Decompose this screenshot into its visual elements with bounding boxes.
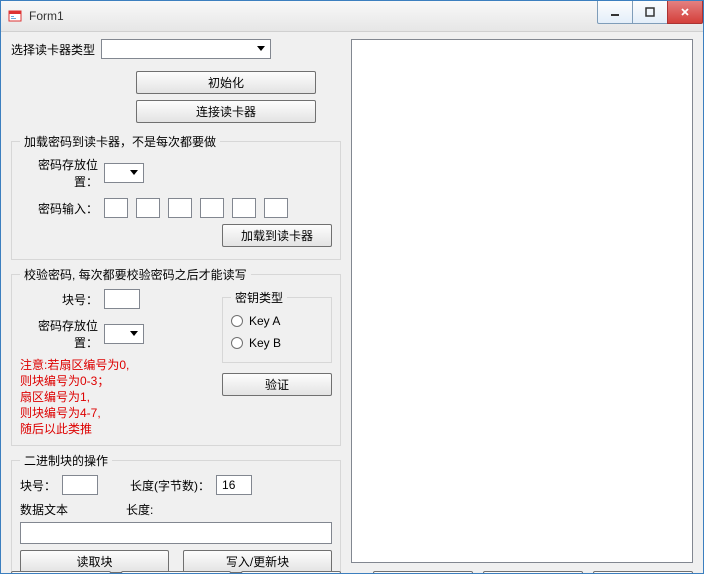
radio-icon xyxy=(231,337,243,349)
pw-byte-2[interactable] xyxy=(136,198,160,218)
load-to-reader-button[interactable]: 加载到读卡器 xyxy=(222,224,332,247)
pw-input-label: 密码输入： xyxy=(20,200,98,217)
log-textarea[interactable] xyxy=(351,39,693,563)
read-block-button[interactable]: 读取块 xyxy=(20,550,169,573)
titlebar: Form1 xyxy=(1,1,703,32)
verify-note-line: 则块编号为4-7, xyxy=(20,405,212,421)
verify-button[interactable]: 验证 xyxy=(222,373,332,396)
binary-block-input[interactable] xyxy=(62,475,98,495)
pw-byte-4[interactable] xyxy=(200,198,224,218)
verify-block-input[interactable] xyxy=(104,289,140,309)
window-title: Form1 xyxy=(29,9,64,23)
verify-note-line: 扇区编号为1, xyxy=(20,389,212,405)
connect-reader-button[interactable]: 连接读卡器 xyxy=(136,100,316,123)
radio-icon xyxy=(231,315,243,327)
binary-block-label: 块号： xyxy=(20,477,56,494)
app-window: Form1 选择读卡器类型 初始化 连接读卡器 加载密 xyxy=(0,0,704,574)
key-a-label: Key A xyxy=(249,314,280,328)
key-type-legend: 密钥类型 xyxy=(231,289,287,306)
pw-byte-5[interactable] xyxy=(232,198,256,218)
chevron-down-icon xyxy=(254,42,268,56)
pw-byte-3[interactable] xyxy=(168,198,192,218)
chevron-down-icon xyxy=(127,327,141,341)
verify-note-line: 随后以此类推 xyxy=(20,421,212,437)
key-a-radio[interactable]: Key A xyxy=(231,314,323,328)
binary-data-length-label: 长度: xyxy=(126,501,153,518)
verify-block-label: 块号： xyxy=(20,291,98,308)
binary-block-legend: 二进制块的操作 xyxy=(20,452,112,469)
right-column xyxy=(351,39,693,563)
write-block-button[interactable]: 写入/更新块 xyxy=(183,550,332,573)
verify-password-group: 校验密码, 每次都要校验密码之后才能读写 块号： 密码存放位置： xyxy=(11,266,341,446)
load-password-group: 加载密码到读卡器，不是每次都要做 密码存放位置： 密码输入： xyxy=(11,133,341,260)
app-icon xyxy=(7,8,23,24)
chevron-down-icon xyxy=(127,166,141,180)
reader-type-label: 选择读卡器类型 xyxy=(11,41,95,58)
reader-type-select[interactable] xyxy=(101,39,271,59)
client-area: 选择读卡器类型 初始化 连接读卡器 加载密码到读卡器，不是每次都要做 密码存放位… xyxy=(1,31,703,573)
key-b-radio[interactable]: Key B xyxy=(231,336,323,350)
reader-type-row: 选择读卡器类型 xyxy=(11,39,341,59)
verify-password-legend: 校验密码, 每次都要校验密码之后才能读写 xyxy=(20,266,251,283)
pw-byte-1[interactable] xyxy=(104,198,128,218)
verify-note-line: 则块编号为0-3； xyxy=(20,373,212,389)
maximize-button[interactable] xyxy=(632,1,668,24)
minimize-button[interactable] xyxy=(597,1,633,24)
binary-data-input[interactable] xyxy=(20,522,332,544)
binary-data-label: 数据文本 xyxy=(20,501,74,518)
key-b-label: Key B xyxy=(249,336,281,350)
verify-note: 注意:若扇区编号为0, 则块编号为0-3； 扇区编号为1, 则块编号为4-7, … xyxy=(20,357,212,437)
pw-storage-label: 密码存放位置： xyxy=(20,156,98,190)
initialize-button[interactable]: 初始化 xyxy=(136,71,316,94)
binary-block-group: 二进制块的操作 块号： 长度(字节数)： 16 数据文本 长度: xyxy=(11,452,341,574)
load-password-legend: 加载密码到读卡器，不是每次都要做 xyxy=(20,133,220,150)
binary-length-label: 长度(字节数)： xyxy=(130,477,210,494)
pw-storage-select[interactable] xyxy=(104,163,144,183)
key-type-group: 密钥类型 Key A Key B xyxy=(222,289,332,363)
close-button[interactable] xyxy=(667,1,703,24)
window-controls xyxy=(598,1,703,24)
verify-storage-label: 密码存放位置： xyxy=(20,317,98,351)
pw-byte-6[interactable] xyxy=(264,198,288,218)
verify-note-line: 注意:若扇区编号为0, xyxy=(20,357,212,373)
binary-length-input[interactable]: 16 xyxy=(216,475,252,495)
verify-storage-select[interactable] xyxy=(104,324,144,344)
